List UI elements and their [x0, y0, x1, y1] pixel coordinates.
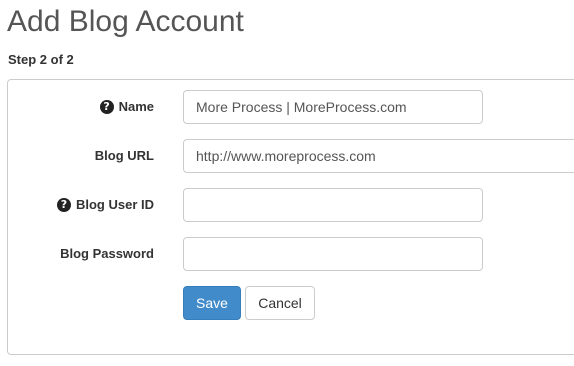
- step-indicator: Step 2 of 2: [8, 52, 74, 67]
- cancel-button[interactable]: Cancel: [245, 286, 315, 320]
- name-label: ? Name: [99, 90, 154, 124]
- blog-password-label: Blog Password: [60, 237, 154, 271]
- save-button[interactable]: Save: [183, 286, 241, 320]
- add-blog-account-page: Add Blog Account Step 2 of 2 ? Name Blog…: [0, 0, 574, 366]
- name-label-text: Name: [118, 99, 154, 114]
- blog-password-row: Blog Password: [8, 237, 574, 271]
- question-circle-icon[interactable]: ?: [99, 100, 114, 114]
- blog-user-id-input[interactable]: [183, 188, 483, 222]
- form-actions: Save Cancel: [8, 286, 574, 320]
- blog-url-label: Blog URL: [95, 139, 154, 173]
- blog-password-input[interactable]: [183, 237, 483, 271]
- name-row: ? Name: [8, 90, 574, 124]
- blog-user-id-label-text: Blog User ID: [75, 197, 154, 212]
- blog-user-id-row: ? Blog User ID: [8, 188, 574, 222]
- blog-user-id-label: ? Blog User ID: [56, 188, 154, 222]
- blog-url-label-text: Blog URL: [94, 148, 154, 163]
- blog-url-input[interactable]: [183, 139, 574, 173]
- blog-password-label-text: Blog Password: [60, 246, 154, 261]
- form-panel: ? Name Blog URL ? Blog User ID Blog Pass…: [7, 79, 574, 355]
- question-circle-icon[interactable]: ?: [56, 198, 71, 212]
- name-input[interactable]: [183, 90, 483, 124]
- blog-url-row: Blog URL: [8, 139, 574, 173]
- page-title: Add Blog Account: [7, 5, 244, 38]
